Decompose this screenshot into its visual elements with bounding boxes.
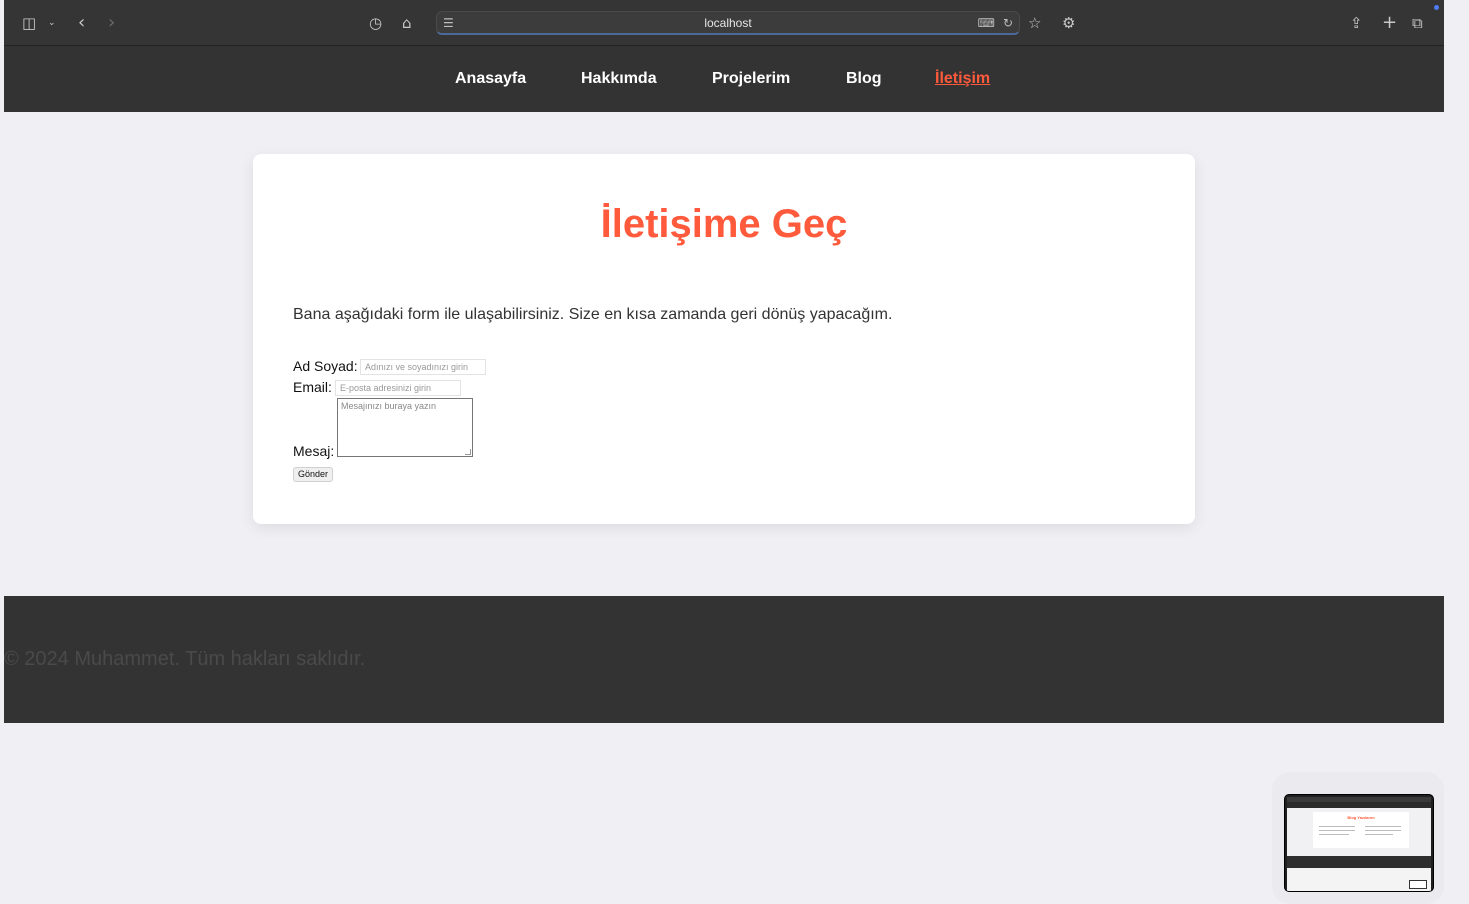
- preview-body: Blog Yazılarım: [1287, 808, 1431, 856]
- nav-link-blog[interactable]: Blog: [846, 46, 882, 112]
- plus-icon[interactable]: +: [1382, 0, 1397, 46]
- resize-handle-icon[interactable]: [465, 449, 471, 455]
- message-label: Mesaj:: [293, 443, 335, 459]
- address-bar[interactable]: ☰ localhost ⌨ ↻: [436, 11, 1020, 35]
- preview-footer: [1287, 856, 1431, 868]
- name-input[interactable]: Adınızı ve soyadınızı girin: [360, 359, 486, 375]
- contact-card: İletişime Geç Bana aşağıdaki form ile ul…: [253, 154, 1195, 524]
- nav-link-anasayfa[interactable]: Anasayfa: [455, 46, 526, 112]
- notification-dot: [1434, 5, 1439, 10]
- preview-card: Blog Yazılarım: [1313, 812, 1409, 848]
- preview-title: Blog Yazılarım: [1347, 815, 1375, 820]
- submit-button[interactable]: Gönder: [293, 467, 334, 482]
- translate-icon[interactable]: ⌨: [978, 12, 995, 34]
- sidebar-icon[interactable]: ◫: [22, 0, 36, 46]
- tab-preview-panel[interactable]: Blog Yazılarım: [1272, 772, 1444, 904]
- tab-preview-thumbnail[interactable]: Blog Yazılarım: [1284, 794, 1434, 892]
- clock-icon[interactable]: ◷: [369, 0, 382, 46]
- email-label: Email:: [293, 379, 332, 395]
- preview-bottom: [1287, 868, 1431, 891]
- site-footer: © 2024 Muhammet. Tüm hakları saklıdır.: [4, 596, 1444, 723]
- nav-link-hakkimda[interactable]: Hakkımda: [581, 46, 657, 112]
- message-textarea[interactable]: Mesajınızı buraya yazın: [337, 398, 473, 457]
- preview-mini-window: [1409, 880, 1427, 889]
- share-icon[interactable]: ⇪: [1350, 0, 1363, 46]
- contact-description: Bana aşağıdaki form ile ulaşabilirsiniz.…: [293, 306, 893, 323]
- forward-icon[interactable]: ›: [108, 0, 115, 46]
- reload-icon[interactable]: ↻: [1003, 12, 1013, 34]
- footer-copyright: © 2024 Muhammet. Tüm hakları saklıdır.: [4, 648, 366, 670]
- tabs-overview-icon[interactable]: ⧉: [1412, 0, 1423, 46]
- browser-toolbar: ◫ ⌄ ‹ › ◷ ⌂ ☰ localhost ⌨ ↻ ☆ ⚙ ⇪ + ⧉: [4, 0, 1444, 46]
- preview-line: [1319, 834, 1349, 835]
- preview-line: [1365, 826, 1401, 827]
- preview-line: [1319, 830, 1355, 831]
- preview-line: [1365, 834, 1393, 835]
- site-navbar: Anasayfa Hakkımda Projelerim Blog İletiş…: [4, 46, 1444, 112]
- chevron-down-icon[interactable]: ⌄: [48, 0, 56, 46]
- name-label: Ad Soyad:: [293, 358, 358, 374]
- nav-link-iletisim[interactable]: İletişim: [935, 46, 990, 112]
- message-placeholder: Mesajınızı buraya yazın: [341, 401, 437, 411]
- preview-line: [1319, 826, 1355, 827]
- page-title: İletişime Geç: [600, 202, 848, 246]
- preview-line: [1365, 830, 1401, 831]
- email-input[interactable]: E-posta adresinizi girin: [335, 380, 461, 396]
- gear-icon[interactable]: ⚙: [1062, 0, 1075, 46]
- url-text[interactable]: localhost: [437, 12, 1019, 34]
- star-icon[interactable]: ☆: [1028, 0, 1041, 46]
- home-icon[interactable]: ⌂: [402, 0, 412, 46]
- nav-link-projelerim[interactable]: Projelerim: [712, 46, 790, 112]
- back-icon[interactable]: ‹: [78, 0, 85, 46]
